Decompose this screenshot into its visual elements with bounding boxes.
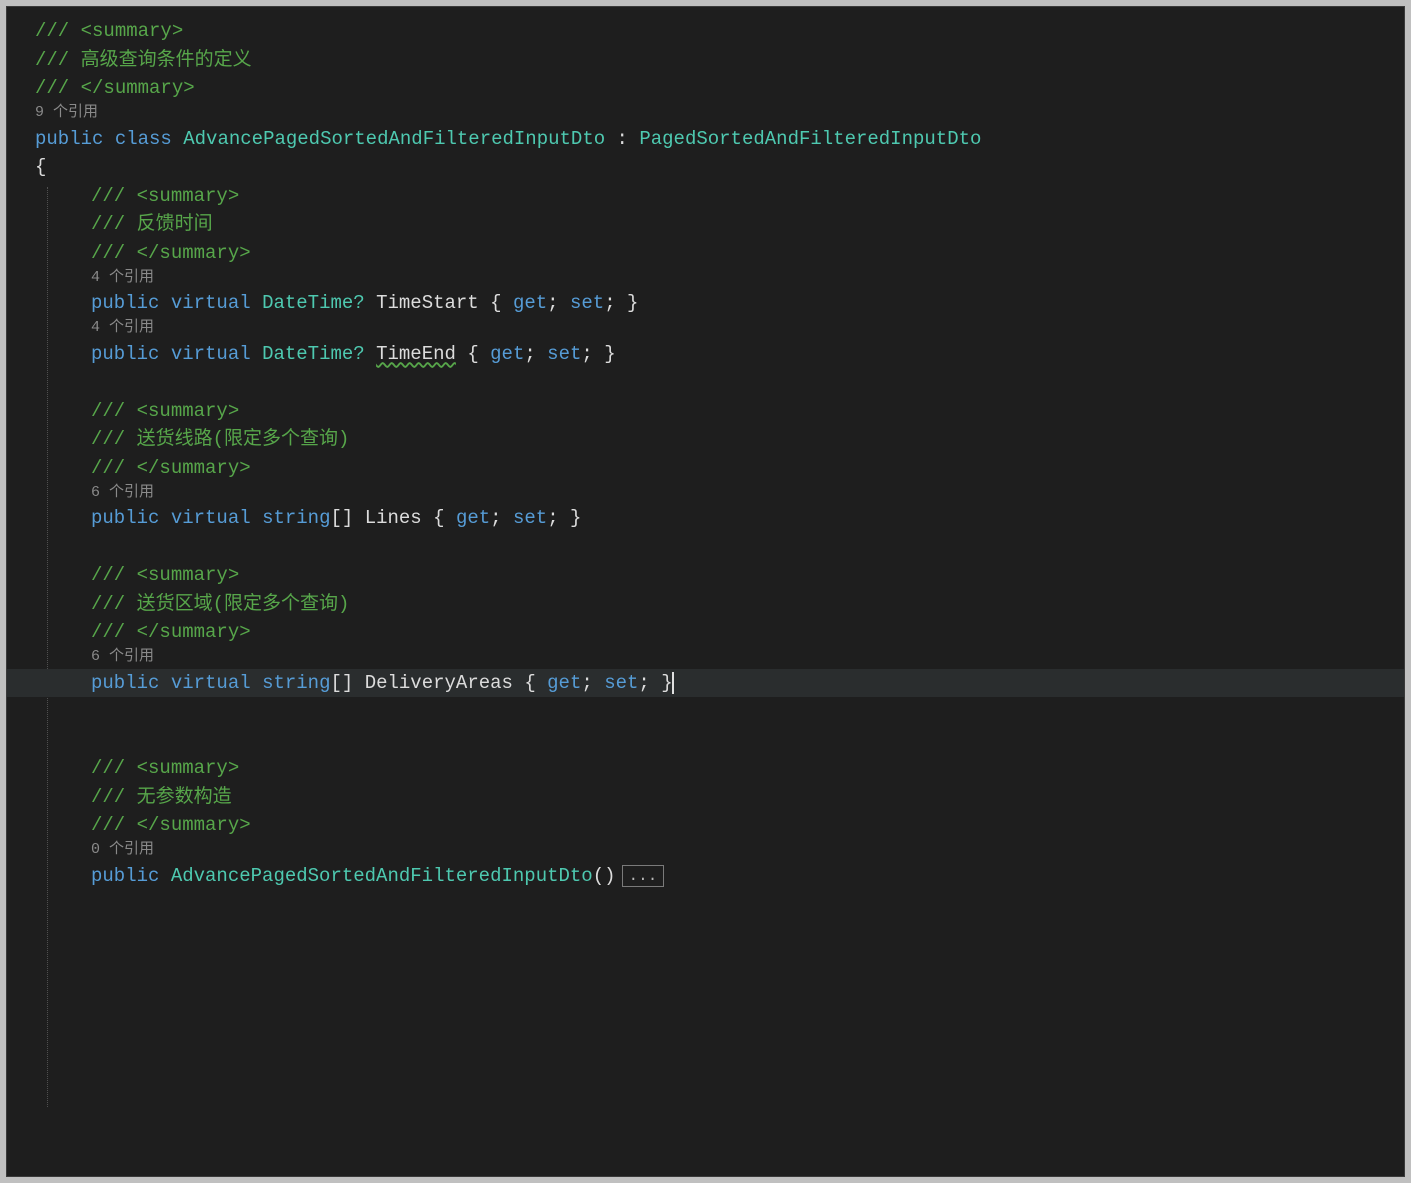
code-line-active[interactable]: public virtual string[] DeliveryAreas { … <box>7 669 1404 698</box>
code-line[interactable]: /// <summary> <box>7 754 1404 783</box>
xml-doc-text: /// 反馈时间 <box>91 210 213 239</box>
code-line[interactable]: /// </summary> <box>7 74 1404 103</box>
xml-doc-close: /// </summary> <box>91 811 251 840</box>
array-brackets: [] <box>330 504 353 533</box>
code-line[interactable]: /// </summary> <box>7 811 1404 840</box>
property-name: DeliveryAreas <box>365 669 513 698</box>
keyword-get: get <box>513 289 547 318</box>
code-line[interactable]: /// 高级查询条件的定义 <box>7 46 1404 75</box>
keyword-virtual: virtual <box>171 289 251 318</box>
constructor-name: AdvancePagedSortedAndFilteredInputDto <box>171 862 593 891</box>
keyword-public: public <box>91 669 159 698</box>
array-brackets: [] <box>330 669 353 698</box>
keyword-public: public <box>91 504 159 533</box>
code-line[interactable]: /// 送货区域(限定多个查询) <box>7 590 1404 619</box>
blank-line[interactable] <box>7 533 1404 562</box>
code-line[interactable]: /// </summary> <box>7 618 1404 647</box>
base-class-name: PagedSortedAndFilteredInputDto <box>639 125 981 154</box>
keyword-public: public <box>91 862 159 891</box>
property-name: Lines <box>365 504 422 533</box>
code-line[interactable]: /// 反馈时间 <box>7 210 1404 239</box>
keyword-set: set <box>513 504 547 533</box>
xml-doc-open: /// <summary> <box>91 397 239 426</box>
keyword-virtual: virtual <box>171 504 251 533</box>
keyword-virtual: virtual <box>171 340 251 369</box>
class-name: AdvancePagedSortedAndFilteredInputDto <box>183 125 605 154</box>
blank-line[interactable] <box>7 368 1404 397</box>
code-line[interactable]: /// </summary> <box>7 454 1404 483</box>
collapsed-region[interactable]: ... <box>622 865 665 887</box>
code-line[interactable]: { <box>7 153 1404 182</box>
open-brace: { <box>35 153 46 182</box>
keyword-public: public <box>35 125 103 154</box>
code-line[interactable]: public virtual string[] Lines { get; set… <box>7 504 1404 533</box>
code-line[interactable]: /// <summary> <box>7 17 1404 46</box>
xml-doc-text: /// 高级查询条件的定义 <box>35 46 252 75</box>
code-line[interactable]: /// <summary> <box>7 182 1404 211</box>
keyword-virtual: virtual <box>171 669 251 698</box>
xml-doc-text: /// 无参数构造 <box>91 783 232 812</box>
keyword-get: get <box>456 504 490 533</box>
code-line[interactable]: public AdvancePagedSortedAndFilteredInpu… <box>7 862 1404 891</box>
keyword-public: public <box>91 340 159 369</box>
codelens-references[interactable]: 6 个引用 <box>7 647 1404 669</box>
code-editor[interactable]: /// <summary> /// 高级查询条件的定义 /// </summar… <box>6 6 1405 1177</box>
blank-line[interactable] <box>7 697 1404 726</box>
code-line[interactable]: /// </summary> <box>7 239 1404 268</box>
codelens-references[interactable]: 0 个引用 <box>7 840 1404 862</box>
xml-doc-close: /// </summary> <box>91 454 251 483</box>
text-caret <box>672 672 674 694</box>
keyword-string: string <box>262 504 330 533</box>
code-line[interactable]: public class AdvancePagedSortedAndFilter… <box>7 125 1404 154</box>
xml-doc-open: /// <summary> <box>35 17 183 46</box>
xml-doc-text: /// 送货区域(限定多个查询) <box>91 590 349 619</box>
keyword-string: string <box>262 669 330 698</box>
code-line[interactable]: /// <summary> <box>7 397 1404 426</box>
code-line[interactable]: public virtual DateTime? TimeStart { get… <box>7 289 1404 318</box>
keyword-class: class <box>115 125 172 154</box>
codelens-references[interactable]: 6 个引用 <box>7 482 1404 504</box>
property-name: TimeEnd <box>376 340 456 369</box>
type-name: DateTime? <box>262 340 365 369</box>
keyword-get: get <box>490 340 524 369</box>
xml-doc-text: /// 送货线路(限定多个查询) <box>91 425 349 454</box>
colon: : <box>605 125 639 154</box>
keyword-get: get <box>547 669 581 698</box>
code-line[interactable]: /// 无参数构造 <box>7 783 1404 812</box>
xml-doc-close: /// </summary> <box>35 74 195 103</box>
xml-doc-open: /// <summary> <box>91 182 239 211</box>
codelens-references[interactable]: 4 个引用 <box>7 267 1404 289</box>
blank-line[interactable] <box>7 726 1404 755</box>
property-name: TimeStart <box>376 289 479 318</box>
xml-doc-close: /// </summary> <box>91 618 251 647</box>
keyword-set: set <box>604 669 638 698</box>
code-line[interactable]: public virtual DateTime? TimeEnd { get; … <box>7 340 1404 369</box>
codelens-references[interactable]: 4 个引用 <box>7 318 1404 340</box>
xml-doc-open: /// <summary> <box>91 561 239 590</box>
keyword-set: set <box>570 289 604 318</box>
type-name: DateTime? <box>262 289 365 318</box>
keyword-set: set <box>547 340 581 369</box>
xml-doc-close: /// </summary> <box>91 239 251 268</box>
code-line[interactable]: /// 送货线路(限定多个查询) <box>7 425 1404 454</box>
codelens-references[interactable]: 9 个引用 <box>7 103 1404 125</box>
xml-doc-open: /// <summary> <box>91 754 239 783</box>
keyword-public: public <box>91 289 159 318</box>
code-line[interactable]: /// <summary> <box>7 561 1404 590</box>
